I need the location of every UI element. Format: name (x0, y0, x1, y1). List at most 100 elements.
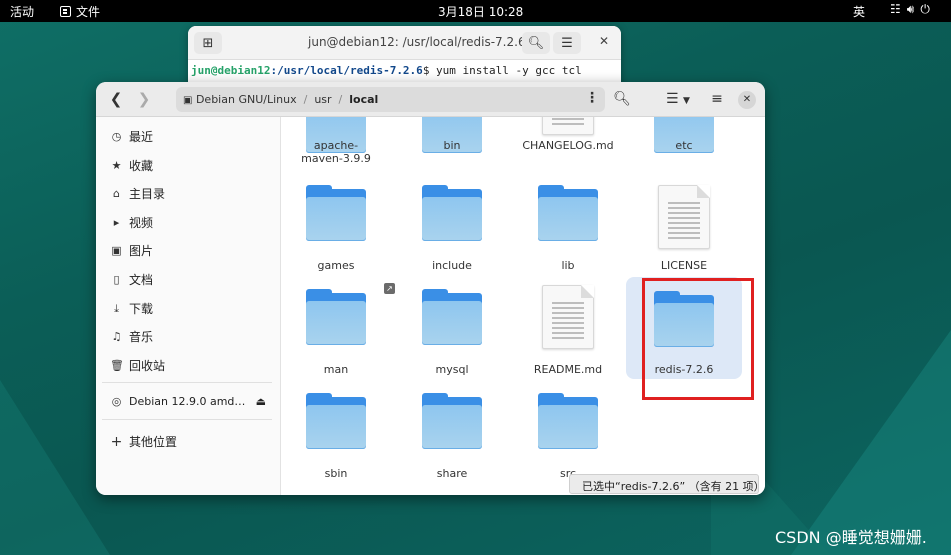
hamburger-icon: ≡ (711, 91, 723, 107)
clock-icon: ◷ (111, 130, 122, 143)
sidebar-item-label: 收藏 (129, 159, 154, 173)
app-menu[interactable]: 文件 (60, 3, 100, 20)
video-icon: ▸ (113, 216, 120, 229)
system-menu[interactable]: ☷ 🔊︎ ⏻ (890, 2, 930, 17)
terminal-menu-button[interactable]: ☰ (553, 32, 581, 54)
path-segment-local[interactable]: local (342, 93, 385, 106)
path-segment-usr[interactable]: usr (307, 93, 338, 106)
file-item-folder[interactable]: bin (397, 117, 507, 167)
sidebar-item-device[interactable]: ◎ Debian 12.9.0 amd… (110, 395, 246, 408)
star-icon: ★ (111, 159, 122, 172)
file-item-label: README.md (533, 363, 603, 376)
chevron-right-icon: ❯ (137, 90, 151, 108)
places-sidebar: ◷ 最近 ★ 收藏 ⌂ 主目录 ▸ 视频 ▣ 图片 ▯ 文档 ⤓ 下载 ♫ 音乐 (96, 117, 281, 495)
image-icon: ▣ (111, 244, 122, 257)
forward-button[interactable]: ❯ (132, 89, 156, 111)
files-app-icon (60, 6, 71, 17)
file-item-document[interactable]: LICENSE (629, 185, 739, 275)
disc-icon: ◎ (111, 395, 122, 408)
chevron-left-icon: ❮ (109, 90, 123, 108)
path-segment-root[interactable]: ▣ Debian GNU/Linux (176, 93, 304, 106)
selection-status: 已选中“redis-7.2.6” （含有 21 项） (569, 474, 765, 494)
activities-button[interactable]: 活动 (10, 3, 34, 20)
sidebar-divider (102, 419, 272, 420)
window-close-button[interactable]: ✕ (738, 91, 756, 109)
file-item-folder[interactable]: etc (629, 117, 739, 167)
file-item-folder-link[interactable]: ↗ man (281, 283, 395, 379)
sidebar-item-other-locations[interactable]: + 其他位置 (110, 433, 177, 450)
list-view-icon: ☰ (666, 91, 679, 107)
back-button[interactable]: ❮ (104, 89, 128, 111)
document-file-icon (658, 185, 710, 249)
terminal-titlebar[interactable]: ⊞ jun@debian12: /usr/local/redis-7.2.6 🔍… (188, 26, 621, 60)
sidebar-item-home[interactable]: ⌂ 主目录 (110, 185, 165, 202)
new-tab-button[interactable]: ⊞ (194, 32, 222, 54)
file-item-folder[interactable]: lib (513, 185, 623, 275)
file-item-folder[interactable]: games (281, 185, 391, 275)
folder-icon (422, 185, 482, 241)
file-item-label: include (432, 259, 472, 272)
clock[interactable]: 3月18日 10:28 (438, 3, 523, 20)
vertical-dots-icon: ⋮ (585, 90, 599, 106)
file-item-label: bin (443, 139, 461, 152)
file-item-document[interactable]: CHANGELOG.md (513, 117, 623, 167)
file-item-folder[interactable]: share (397, 393, 507, 483)
sidebar-item-label: 视频 (129, 216, 154, 230)
sidebar-item-pictures[interactable]: ▣ 图片 (110, 242, 153, 259)
sidebar-item-documents[interactable]: ▯ 文档 (110, 271, 153, 288)
file-item-label: games (317, 259, 355, 272)
sidebar-item-trash[interactable]: 🗑︎ 回收站 (110, 357, 165, 374)
path-bar[interactable]: ▣ Debian GNU/Linux / usr / local ⋮ (176, 87, 605, 112)
file-item-folder[interactable]: mysql (397, 289, 507, 379)
file-item-label: CHANGELOG.md (522, 139, 614, 152)
file-item-label: lib (561, 259, 575, 272)
file-item-folder[interactable]: src (513, 393, 623, 483)
view-options-button[interactable]: ☰ ▼ (658, 89, 698, 111)
file-item-document[interactable]: README.md (513, 285, 623, 379)
close-icon: ✕ (742, 94, 752, 105)
sidebar-item-starred[interactable]: ★ 收藏 (110, 157, 153, 174)
file-item-folder[interactable]: apache- maven-3.9.9 (281, 117, 391, 167)
prompt-path: :/usr/local/redis-7.2.6 (270, 64, 423, 77)
input-method-indicator[interactable]: 英 (853, 3, 865, 20)
sidebar-item-label: 文档 (129, 273, 154, 287)
terminal-output[interactable]: jun@debian12:/usr/local/redis-7.2.6$ yum… (188, 60, 621, 81)
file-item-label: apache- maven-3.9.9 (301, 139, 371, 165)
document-file-icon (542, 285, 594, 349)
file-manager-window[interactable]: ❮ ❯ ▣ Debian GNU/Linux / usr / local ⋮ 🔍… (96, 82, 765, 495)
path-menu-button[interactable]: ⋮ (585, 90, 599, 106)
file-item-folder[interactable]: sbin (281, 393, 391, 483)
sidebar-item-downloads[interactable]: ⤓ 下载 (110, 300, 153, 317)
search-button[interactable]: 🔍︎ (611, 89, 633, 111)
sidebar-item-recent[interactable]: ◷ 最近 (110, 128, 153, 145)
folder-icon (538, 393, 598, 449)
terminal-title: jun@debian12: /usr/local/redis-7.2.6 (308, 35, 526, 49)
terminal-window[interactable]: ⊞ jun@debian12: /usr/local/redis-7.2.6 🔍… (188, 26, 621, 86)
hamburger-icon: ☰ (561, 35, 573, 51)
app-menu-label: 文件 (76, 5, 101, 19)
document-icon: ▯ (113, 273, 120, 286)
sidebar-item-label: 主目录 (129, 187, 166, 201)
file-item-label: man (323, 363, 349, 376)
folder-icon (654, 291, 714, 347)
folder-icon (306, 185, 366, 241)
file-item-folder-selected[interactable]: redis-7.2.6 (626, 277, 742, 379)
volume-icon: 🔊︎ (906, 2, 915, 16)
eject-button[interactable]: ⏏ (256, 395, 266, 408)
file-manager-headerbar[interactable]: ❮ ❯ ▣ Debian GNU/Linux / usr / local ⋮ 🔍… (96, 82, 765, 117)
sidebar-item-label: 下载 (129, 302, 154, 316)
terminal-close-button[interactable]: ✕ (599, 34, 609, 48)
search-icon: 🔍︎ (613, 91, 631, 107)
sidebar-item-music[interactable]: ♫ 音乐 (110, 328, 153, 345)
sidebar-item-label: 其他位置 (129, 435, 178, 449)
file-grid[interactable]: apache- maven-3.9.9 bin CHANGELOG.md etc… (281, 117, 765, 495)
file-item-folder[interactable]: include (397, 185, 507, 275)
top-bar: 活动 文件 3月18日 10:28 英 ☷ 🔊︎ ⏻ (0, 0, 951, 22)
sidebar-item-videos[interactable]: ▸ 视频 (110, 214, 153, 231)
trash-icon: 🗑︎ (110, 359, 124, 372)
main-menu-button[interactable]: ≡ (706, 89, 728, 111)
folder-icon (306, 289, 366, 345)
sidebar-item-label: 音乐 (129, 330, 154, 344)
terminal-search-button[interactable]: 🔍︎ (522, 32, 550, 54)
document-file-icon (542, 117, 594, 135)
